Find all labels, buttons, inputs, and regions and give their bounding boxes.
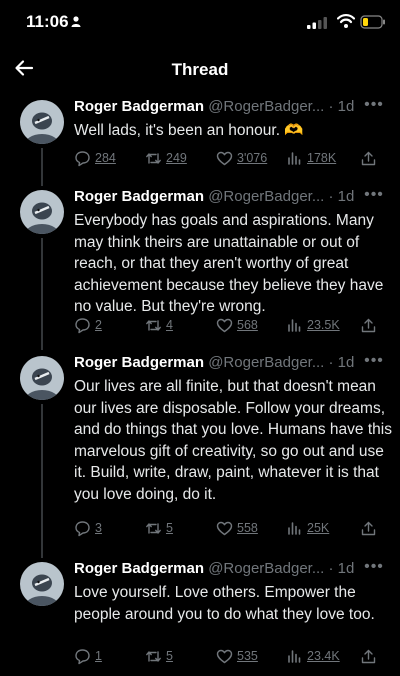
views-count: 178K: [307, 151, 337, 165]
thread-header: Thread: [0, 46, 400, 94]
reply-icon: [75, 317, 90, 333]
retweet-button[interactable]: 4: [145, 315, 173, 335]
views-count: 23.5K: [307, 318, 340, 332]
status-bar: 11:06: [0, 0, 400, 46]
reply-icon: [75, 520, 90, 536]
share-button[interactable]: [360, 148, 377, 168]
retweet-count: 249: [166, 151, 187, 165]
heart-icon: [216, 649, 233, 663]
views-button[interactable]: 23.5K: [286, 315, 340, 335]
tweet-text: Well lads, it's been an honour. 🫶: [74, 122, 304, 139]
author-name[interactable]: Roger Badgerman: [74, 188, 204, 205]
author-handle[interactable]: @RogerBadger... · 1d: [208, 354, 354, 371]
views-button[interactable]: 25K: [286, 518, 329, 538]
author-handle[interactable]: @RogerBadger... · 1d: [208, 188, 354, 205]
retweet-icon: [146, 650, 161, 662]
share-icon: [361, 649, 376, 663]
views-chart-icon: [288, 521, 301, 535]
battery-low-icon: [360, 15, 385, 29]
views-button[interactable]: 23.4K: [286, 646, 340, 666]
author-name[interactable]: Roger Badgerman: [74, 354, 204, 371]
wifi-icon: [337, 14, 355, 28]
reply-button[interactable]: 2: [74, 315, 102, 335]
badger-avatar-icon: [24, 574, 60, 606]
status-time: 11:06: [26, 12, 69, 31]
reply-count: 284: [95, 151, 116, 165]
tweet-text: Everybody has goals and aspirations. Man…: [74, 212, 384, 315]
views-count: 23.4K: [307, 649, 340, 663]
retweet-button[interactable]: 5: [145, 518, 173, 538]
retweet-icon: [146, 522, 161, 534]
tweet-header: Roger Badgerman @RogerBadger... · 1d: [74, 98, 390, 118]
share-button[interactable]: [360, 315, 377, 335]
tweet-text: Our lives are all finite, but that doesn…: [74, 378, 392, 503]
tweet-header: Roger Badgerman @RogerBadger... · 1d: [74, 188, 390, 208]
reply-count: 1: [95, 649, 102, 663]
badger-avatar-icon: [24, 112, 60, 144]
avatar[interactable]: [20, 190, 64, 234]
tweet-actions: 2 4 568 23.5K: [74, 315, 390, 335]
avatar[interactable]: [20, 100, 64, 144]
like-count: 568: [237, 318, 258, 332]
more-options-icon[interactable]: •••: [362, 352, 386, 372]
like-count: 558: [237, 521, 258, 535]
more-options-icon[interactable]: •••: [362, 558, 386, 578]
views-chart-icon: [288, 151, 301, 165]
like-button[interactable]: 558: [216, 518, 258, 538]
like-button[interactable]: 3'076: [216, 148, 267, 168]
more-options-icon[interactable]: •••: [362, 96, 386, 116]
tweet-actions: 284 249 3'076 178K: [74, 148, 390, 168]
tweet-actions: 1 5 535 23.4K: [74, 646, 390, 666]
retweet-button[interactable]: 249: [145, 148, 187, 168]
views-count: 25K: [307, 521, 330, 535]
like-button[interactable]: 568: [216, 315, 258, 335]
tweet-header: Roger Badgerman @RogerBadger... · 1d: [74, 560, 390, 580]
reply-button[interactable]: 1: [74, 646, 102, 666]
more-options-icon[interactable]: •••: [362, 186, 386, 206]
views-button[interactable]: 178K: [286, 148, 336, 168]
reply-icon: [75, 150, 90, 166]
heart-icon: [216, 151, 233, 165]
tweet-header: Roger Badgerman @RogerBadger... · 1d: [74, 354, 390, 374]
page-title: Thread: [171, 60, 229, 79]
thread-line: [41, 238, 43, 350]
views-chart-icon: [288, 318, 301, 332]
heart-icon: [216, 521, 233, 535]
tweet-actions: 3 5 558 25K: [74, 518, 390, 538]
share-icon: [361, 151, 376, 165]
person-icon: [71, 16, 81, 27]
retweet-count: 4: [166, 318, 173, 332]
badger-avatar-icon: [24, 202, 60, 234]
share-button[interactable]: [360, 518, 377, 538]
retweet-icon: [146, 152, 161, 164]
tweet-text: Love yourself. Love others. Empower the …: [74, 584, 375, 623]
author-handle[interactable]: @RogerBadger... · 1d: [208, 560, 354, 577]
like-count: 535: [237, 649, 258, 663]
views-chart-icon: [288, 649, 301, 663]
author-handle[interactable]: @RogerBadger... · 1d: [208, 98, 354, 115]
reply-button[interactable]: 284: [74, 148, 116, 168]
reply-icon: [75, 648, 90, 664]
cellular-signal-icon: [307, 17, 327, 29]
retweet-count: 5: [166, 521, 173, 535]
thread-line: [41, 148, 43, 186]
thread-line: [41, 404, 43, 558]
like-count: 3'076: [237, 151, 268, 165]
author-name[interactable]: Roger Badgerman: [74, 560, 204, 577]
heart-icon: [216, 318, 233, 332]
like-button[interactable]: 535: [216, 646, 258, 666]
badger-avatar-icon: [24, 368, 60, 400]
reply-button[interactable]: 3: [74, 518, 102, 538]
share-icon: [361, 521, 376, 535]
reply-count: 2: [95, 318, 102, 332]
share-button[interactable]: [360, 646, 377, 666]
retweet-button[interactable]: 5: [145, 646, 173, 666]
avatar[interactable]: [20, 356, 64, 400]
reply-count: 3: [95, 521, 102, 535]
author-name[interactable]: Roger Badgerman: [74, 98, 204, 115]
retweet-icon: [146, 319, 161, 331]
avatar[interactable]: [20, 562, 64, 606]
share-icon: [361, 318, 376, 332]
retweet-count: 5: [166, 649, 173, 663]
